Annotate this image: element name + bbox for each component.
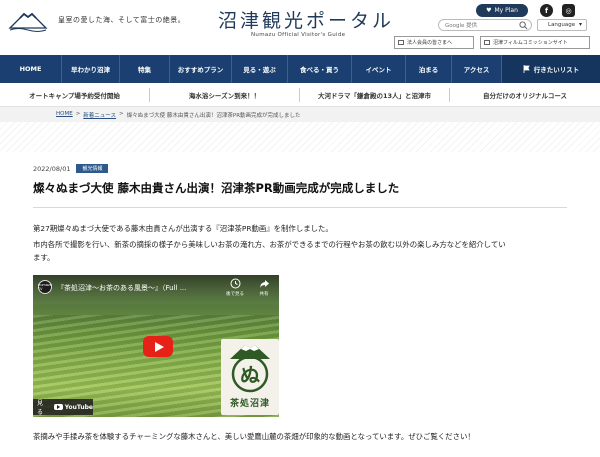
watch-on-label: 見る bbox=[37, 400, 44, 416]
members-link-label: 法人会員の皆さまへ bbox=[407, 40, 453, 46]
featured-link-campground[interactable]: オートキャンプ場予約受付開始 bbox=[0, 87, 150, 102]
youtube-logo: YouTube bbox=[53, 403, 93, 411]
language-label: Language bbox=[548, 22, 576, 28]
fuji-logo-icon[interactable] bbox=[8, 8, 48, 32]
search-placeholder: Google 提供 bbox=[445, 23, 478, 29]
members-link[interactable]: 法人会員の皆さまへ bbox=[394, 36, 474, 49]
breadcrumb: HOME > 新着ニュース > 燦々ぬまづ大使 藤木由貴さん出演！沼津茶PR動画… bbox=[56, 111, 301, 119]
my-plan-button[interactable]: ♥ My Plan bbox=[476, 4, 528, 17]
watch-later-label: 後で見る bbox=[226, 292, 244, 297]
featured-link-swimming[interactable]: 海水浴シーズン到来！！ bbox=[150, 87, 300, 102]
chevron-down-icon: ▾ bbox=[578, 21, 582, 28]
fuji-nu-emblem-icon: ぬ bbox=[230, 345, 270, 393]
instagram-icon[interactable]: ◎ bbox=[562, 4, 575, 17]
article-title: 燦々ぬまづ大使 藤木由貴さん出演！沼津茶PR動画完成が完成しました bbox=[33, 181, 400, 195]
heart-icon: ♥ bbox=[486, 7, 492, 14]
article-date: 2022/08/01 bbox=[33, 164, 71, 173]
language-select[interactable]: Language ▾ bbox=[537, 19, 587, 31]
article-paragraph: 市内各所で撮影を行い、新茶の摘採の様子から美味しいお茶の淹れ方、お茶ができるまで… bbox=[33, 240, 506, 249]
nav-item-see-play[interactable]: 見る・遊ぶ bbox=[232, 55, 288, 83]
external-window-icon bbox=[398, 40, 404, 45]
featured-link-original-course[interactable]: 自分だけのオリジナルコース bbox=[450, 88, 600, 102]
article-meta: 2022/08/01 観光情報 bbox=[33, 164, 109, 173]
channel-avatar[interactable]: numazu TV bbox=[38, 280, 52, 294]
watch-on-youtube-button[interactable]: 見る YouTube bbox=[33, 399, 93, 416]
video-title[interactable]: 『茶処沼津～お茶のある風景～』（Full ... bbox=[57, 283, 186, 293]
emblem-text: 茶処沼津 bbox=[229, 399, 270, 409]
breadcrumb-separator: > bbox=[119, 111, 124, 117]
youtube-video-embed[interactable]: numazu TV 『茶処沼津～お茶のある風景～』（Full ... 後で見る … bbox=[33, 275, 279, 417]
wish-list-label: 行きたいリスト bbox=[533, 66, 580, 74]
nav-item-events[interactable]: イベント bbox=[352, 55, 406, 83]
clock-icon bbox=[230, 278, 240, 289]
share-button[interactable]: 共有 bbox=[253, 278, 275, 297]
watch-later-button[interactable]: 後で見る bbox=[220, 278, 250, 297]
site-title[interactable]: 沼津観光ポータル bbox=[218, 6, 394, 33]
flag-icon bbox=[523, 65, 530, 73]
featured-link-taiga-drama[interactable]: 大河ドラマ「鎌倉殿の13人」と沼津市 bbox=[300, 87, 450, 102]
decorative-pattern bbox=[0, 122, 600, 152]
film-commission-label: 沼津フィルムコミッションサイト bbox=[493, 40, 568, 46]
breadcrumb-bar: HOME > 新着ニュース > 燦々ぬまづ大使 藤木由貴さん出演！沼津茶PR動画… bbox=[0, 107, 600, 122]
tagline: 皇室の愛した海、そして富士の絶景。 bbox=[58, 16, 186, 24]
svg-text:ぬ: ぬ bbox=[240, 363, 260, 387]
play-button[interactable] bbox=[143, 336, 173, 357]
nav-item-home[interactable]: HOME bbox=[0, 55, 62, 83]
my-plan-label: My Plan bbox=[494, 7, 518, 14]
site-subtitle: Numazu Official Visitor's Guide bbox=[251, 32, 346, 38]
nav-item-stay[interactable]: 泊まる bbox=[406, 55, 452, 83]
category-badge[interactable]: 観光情報 bbox=[76, 164, 109, 173]
featured-links: オートキャンプ場予約受付開始 海水浴シーズン到来！！ 大河ドラマ「鎌倉殿の13人… bbox=[0, 83, 600, 107]
external-window-icon bbox=[484, 40, 490, 45]
youtube-play-icon bbox=[53, 404, 63, 410]
youtube-wordmark: YouTube bbox=[64, 403, 93, 411]
nav-item-plans[interactable]: おすすめプラン bbox=[170, 55, 232, 83]
divider bbox=[33, 207, 567, 208]
wish-list-button[interactable]: 行きたいリスト bbox=[502, 55, 600, 83]
breadcrumb-current: 燦々ぬまづ大使 藤木由貴さん出演！沼津茶PR動画完成が完成しました bbox=[126, 113, 301, 119]
nav-item-feature[interactable]: 特集 bbox=[120, 55, 170, 83]
search-icon[interactable] bbox=[519, 21, 528, 30]
film-commission-link[interactable]: 沼津フィルムコミッションサイト bbox=[480, 36, 590, 49]
breadcrumb-separator: > bbox=[75, 111, 81, 117]
share-label: 共有 bbox=[259, 292, 269, 297]
site-header: 皇室の愛した海、そして富士の絶景。 沼津観光ポータル Numazu Offici… bbox=[0, 0, 600, 54]
nav-item-eat-buy[interactable]: 食べる・買う bbox=[288, 55, 352, 83]
article-paragraph: 茶摘みや手揉み茶を体験するチャーミングな藤木さんと、美しい愛鷹山麓の茶畑が印象的… bbox=[33, 432, 475, 441]
share-icon bbox=[259, 280, 269, 288]
tea-emblem: ぬ 茶処沼津 bbox=[221, 339, 279, 415]
facebook-icon[interactable]: f bbox=[540, 4, 553, 17]
breadcrumb-news[interactable]: 新着ニュース bbox=[83, 111, 116, 119]
main-nav: HOME 早わかり沼津 特集 おすすめプラン 見る・遊ぶ 食べる・買う イベント… bbox=[0, 55, 600, 83]
breadcrumb-home[interactable]: HOME bbox=[56, 111, 73, 119]
nav-item-access[interactable]: アクセス bbox=[452, 55, 502, 83]
article-paragraph: ます。 bbox=[33, 253, 55, 262]
search-input[interactable]: Google 提供 bbox=[438, 19, 532, 31]
article-paragraph: 第27期燦々ぬまづ大使である藤木由貴さんが出演する『沼津茶PR動画』を制作しまし… bbox=[33, 224, 333, 233]
nav-item-overview[interactable]: 早わかり沼津 bbox=[62, 55, 120, 83]
